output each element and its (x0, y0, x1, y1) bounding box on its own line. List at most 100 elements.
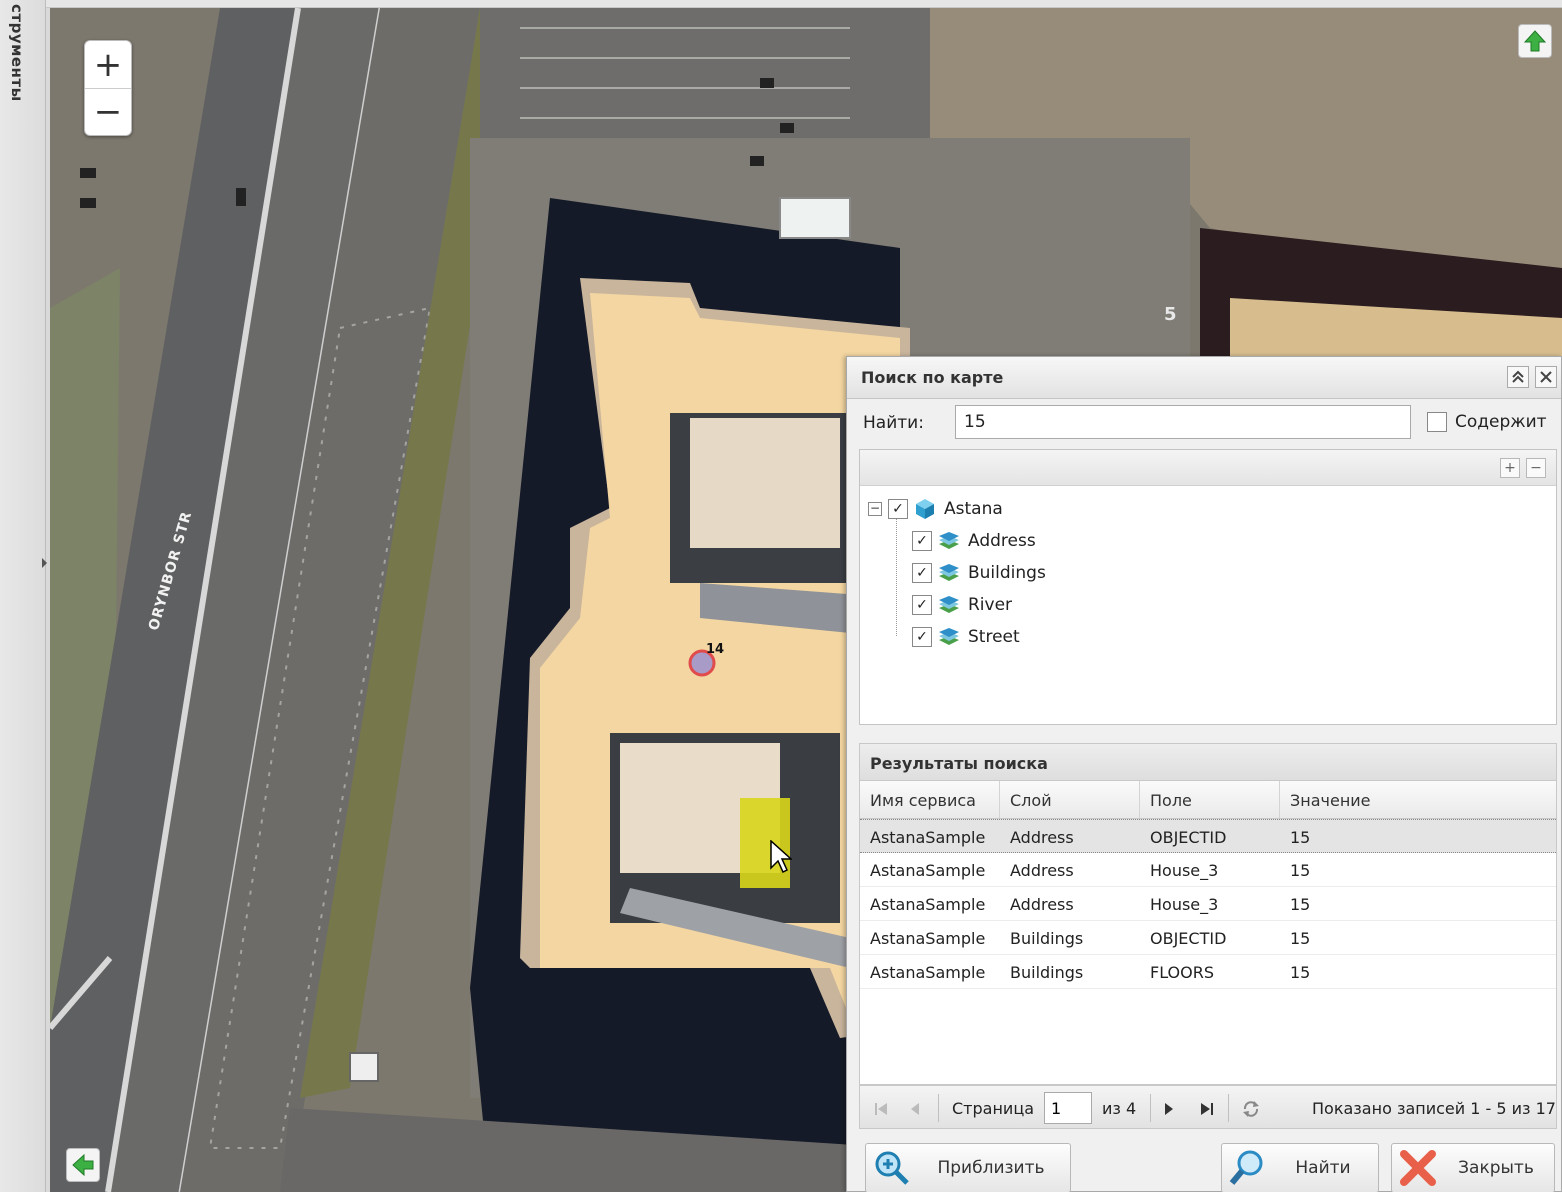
zoom-to-label: Приблизить (937, 1158, 1045, 1178)
tree-node-address[interactable]: ✓ Address (912, 528, 1036, 554)
cell-layer: Address (1010, 861, 1074, 880)
tree-node-river[interactable]: ✓ River (912, 592, 1012, 618)
pager-separator (1228, 1094, 1229, 1122)
prev-page-icon (911, 1103, 919, 1115)
service-cube-icon (916, 499, 934, 519)
tree-node-label: Astana (944, 499, 1003, 519)
search-icon (1229, 1150, 1263, 1185)
close-icon (1540, 371, 1552, 383)
close-panel-button[interactable] (1535, 366, 1557, 388)
layer-stack-icon (939, 532, 959, 549)
cell-layer: Buildings (1010, 929, 1084, 948)
column-header-layer[interactable]: Слой (1000, 781, 1140, 818)
column-header-field[interactable]: Поле (1140, 781, 1280, 818)
pan-left-button[interactable] (66, 1148, 100, 1182)
close-button[interactable]: Закрыть (1391, 1143, 1555, 1192)
tree-checkbox[interactable]: ✓ (912, 595, 932, 615)
cell-field: OBJECTID (1150, 828, 1227, 847)
cell-service: AstanaSample (870, 929, 986, 948)
panel-title: Поиск по карте (861, 368, 1004, 387)
layer-stack-icon (939, 564, 959, 581)
contains-option[interactable]: Содержит (1427, 412, 1547, 432)
arrow-left-icon (72, 1153, 94, 1177)
cell-value: 15 (1290, 861, 1311, 880)
zoom-control: + − (84, 40, 132, 136)
table-row[interactable]: AstanaSample Buildings OBJECTID 15 (860, 921, 1556, 955)
tree-expander-icon[interactable]: − (868, 502, 882, 516)
records-status: Показано записей 1 - 5 из 17 (1312, 1099, 1556, 1118)
top-strip (46, 0, 1562, 8)
layer-stack-icon (939, 628, 959, 645)
chevron-double-up-icon (1512, 370, 1524, 383)
tree-checkbox[interactable]: ✓ (912, 563, 932, 583)
zoom-in-magnifier-icon (875, 1151, 909, 1185)
left-sidebar[interactable]: струменты (0, 0, 47, 1192)
cell-field: House_3 (1150, 895, 1219, 914)
tree-node-street[interactable]: ✓ Street (912, 624, 1020, 650)
page-number-input[interactable] (1044, 1092, 1092, 1124)
find-label: Найти (1295, 1158, 1351, 1178)
results-header: Результаты поиска (859, 743, 1557, 781)
table-row[interactable]: AstanaSample Address House_3 15 (860, 853, 1556, 887)
house-number-label: 5 (1164, 304, 1177, 325)
prev-page-button[interactable] (904, 1098, 926, 1120)
tree-node-buildings[interactable]: ✓ Buildings (912, 560, 1046, 586)
cell-service: AstanaSample (870, 828, 986, 847)
results-title: Результаты поиска (870, 754, 1048, 773)
cell-field: OBJECTID (1150, 929, 1227, 948)
next-page-button[interactable] (1158, 1098, 1180, 1120)
results-grid: Имя сервиса Слой Поле Значение AstanaSam… (859, 781, 1557, 1085)
last-page-icon (1201, 1103, 1213, 1115)
collapse-all-button[interactable]: − (1526, 458, 1546, 478)
overview-map-button[interactable] (1518, 24, 1552, 58)
column-header-service[interactable]: Имя сервиса (860, 781, 1000, 818)
pager-separator (1150, 1094, 1151, 1122)
cell-field: FLOORS (1150, 963, 1215, 982)
cell-service: AstanaSample (870, 861, 986, 880)
zoom-out-button[interactable]: − (85, 88, 131, 135)
cell-field: House_3 (1150, 861, 1219, 880)
cell-layer: Buildings (1010, 963, 1084, 982)
contains-checkbox[interactable] (1427, 412, 1447, 432)
cell-value: 15 (1290, 828, 1311, 847)
expand-all-button[interactable]: + (1500, 458, 1520, 478)
panel-header[interactable]: Поиск по карте (847, 357, 1561, 399)
page-count-label: из 4 (1102, 1099, 1137, 1118)
sidebar-expand-arrow-icon[interactable] (42, 558, 47, 568)
tree-checkbox[interactable]: ✓ (912, 627, 932, 647)
find-input[interactable] (955, 405, 1411, 439)
table-row[interactable]: AstanaSample Address House_3 15 (860, 887, 1556, 921)
find-row: Найти: Содержит (847, 399, 1561, 447)
tree-toolbar: + − (860, 450, 1556, 486)
pager-separator (938, 1094, 939, 1122)
pagination-bar: Страница из 4 Показано записей 1 - 5 из … (859, 1085, 1557, 1129)
table-row[interactable]: AstanaSample Buildings FLOORS 15 (860, 955, 1556, 989)
layer-stack-icon (939, 596, 959, 613)
tree-node-label: Buildings (968, 563, 1046, 583)
zoom-to-button[interactable]: Приблизить (865, 1143, 1071, 1192)
next-page-icon (1165, 1103, 1173, 1115)
tree-node-label: River (968, 595, 1013, 615)
find-label: Найти: (863, 413, 924, 433)
cell-value: 15 (1290, 963, 1311, 982)
column-header-value[interactable]: Значение (1280, 781, 1556, 818)
tree-checkbox[interactable]: ✓ (912, 531, 932, 551)
layer-tree: + − − ✓ Astana ✓ Address ✓ Buildings ✓ R… (859, 449, 1557, 725)
first-page-button[interactable] (870, 1098, 892, 1120)
close-label: Закрыть (1458, 1158, 1534, 1178)
collapse-button[interactable] (1507, 366, 1529, 388)
close-x-icon (1400, 1150, 1436, 1186)
cell-service: AstanaSample (870, 895, 986, 914)
table-row[interactable]: AstanaSample Address OBJECTID 15 (860, 819, 1556, 853)
find-button[interactable]: Найти (1221, 1143, 1379, 1192)
tree-node-astana[interactable]: − ✓ Astana (868, 496, 1003, 522)
cell-value: 15 (1290, 929, 1311, 948)
cell-layer: Address (1010, 895, 1074, 914)
sidebar-tools-label: струменты (8, 4, 26, 102)
tree-checkbox[interactable]: ✓ (888, 499, 908, 519)
grid-header: Имя сервиса Слой Поле Значение (860, 781, 1556, 819)
last-page-button[interactable] (1196, 1098, 1218, 1120)
tree-node-label: Street (968, 627, 1020, 647)
zoom-in-button[interactable]: + (85, 41, 131, 88)
refresh-button[interactable] (1240, 1098, 1262, 1120)
